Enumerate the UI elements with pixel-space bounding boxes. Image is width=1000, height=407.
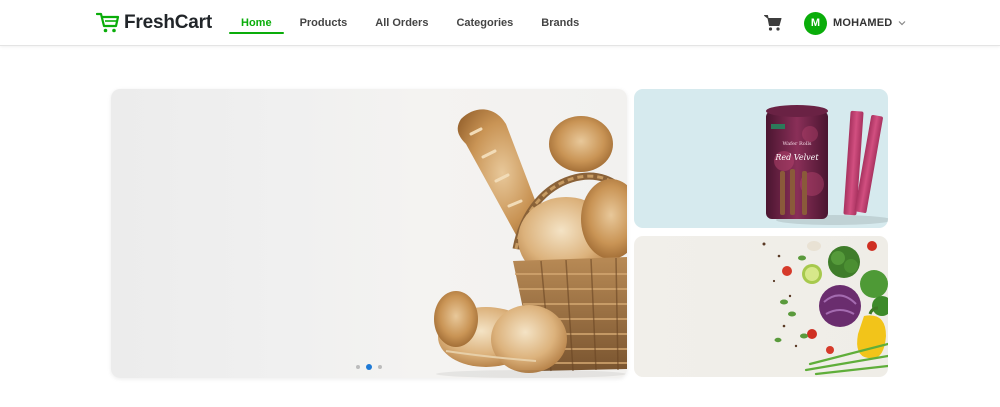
red-velvet-text: Red Velvet [774,153,819,162]
side-banner-wafers[interactable]: Wafer Rolls Red Velvet [634,89,888,228]
avatar: M [804,11,827,35]
brand-name: FreshCart [124,12,212,33]
slider-dot-active[interactable] [366,364,372,370]
slider-dots [111,364,627,370]
cart-icon[interactable] [764,14,782,32]
brand-logo[interactable]: FreshCart [96,10,212,36]
side-banner-vegetables[interactable] [634,236,888,377]
wafer-rolls-image: Wafer Rolls Red Velvet [766,105,888,225]
chevron-down-icon [899,21,906,26]
hero-slider[interactable] [111,89,627,378]
vegetables-image [762,241,888,376]
user-menu[interactable]: M MOHAMED [804,11,906,35]
slider-dot[interactable] [378,365,382,369]
nav-link-home[interactable]: Home [227,0,286,46]
slider-dot[interactable] [356,365,360,369]
nav-link-brands[interactable]: Brands [527,0,593,46]
navbar: FreshCart Home Products All Orders Categ… [0,0,1000,46]
cart-logo-icon [96,12,120,33]
wafer-rolls-text: Wafer Rolls [782,141,811,147]
nav-link-products[interactable]: Products [286,0,362,46]
user-name: MOHAMED [833,17,893,29]
nav-link-categories[interactable]: Categories [442,0,527,46]
bread-basket-image [434,109,627,378]
nav-link-all-orders[interactable]: All Orders [361,0,442,46]
main-nav: Home Products All Orders Categories Bran… [227,0,593,46]
